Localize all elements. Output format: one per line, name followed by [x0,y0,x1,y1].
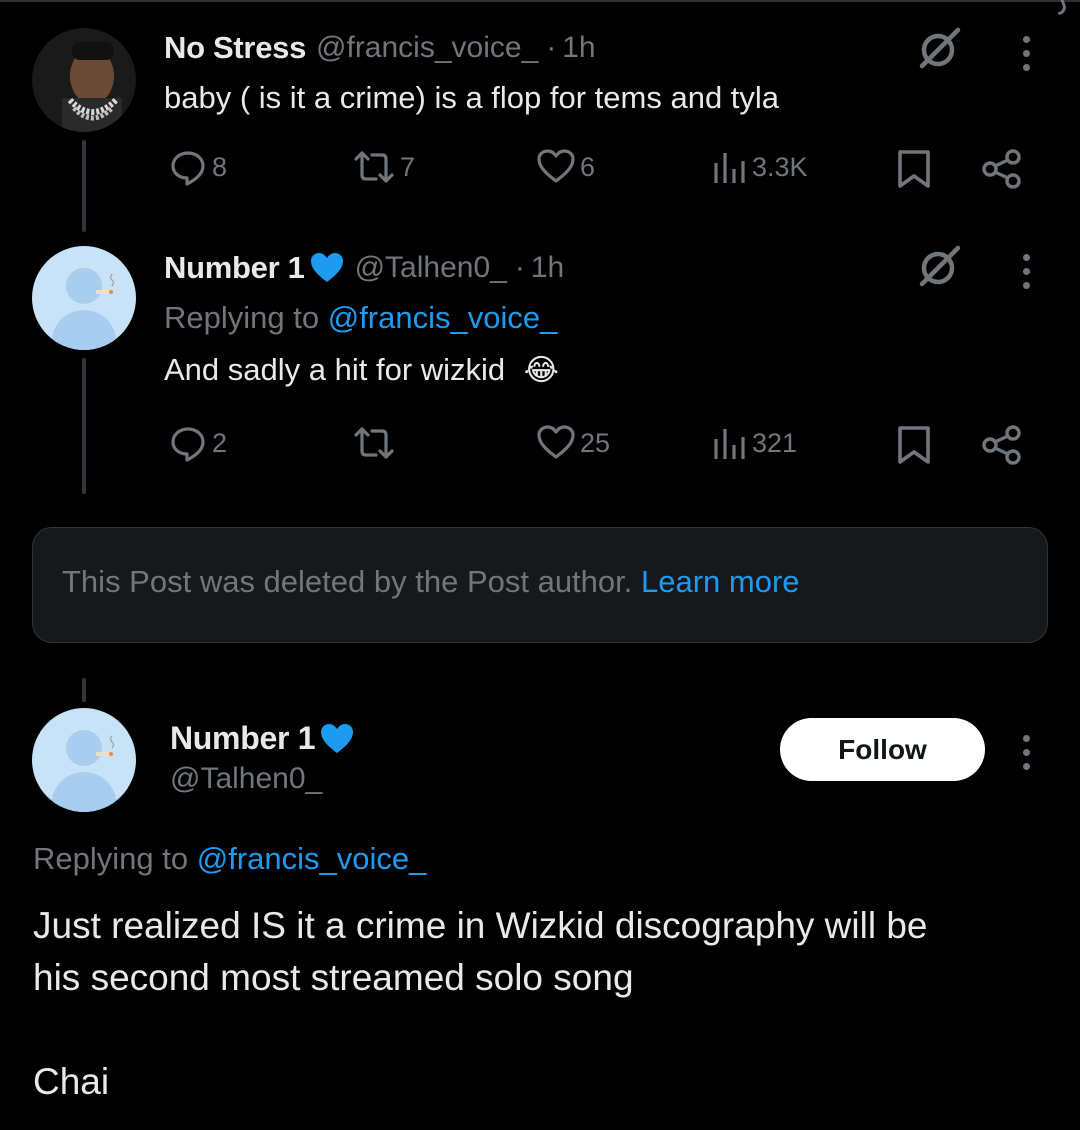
share-icon[interactable] [980,424,1024,471]
deleted-notice-text: This Post was deleted by the Post author… [62,564,800,600]
views-icon [714,429,745,459]
post-header: Number 1 @Talhen0_ · 1h [164,250,564,286]
like-button[interactable]: 25 [536,423,610,463]
focused-post-line-2: his second most streamed solo song [33,957,634,998]
replying-prefix: Replying to [33,841,197,876]
top-divider [0,0,1080,2]
focused-post-line-1: Just realized IS it a crime in Wizkid di… [33,905,928,946]
more-icon[interactable] [1021,254,1031,289]
views-count: 321 [752,427,798,458]
blue-heart-icon [321,723,354,753]
replying-mention[interactable]: @francis_voice_ [197,841,427,876]
post-text-body: And sadly a hit for wizkid [164,352,506,387]
author-name[interactable]: Number 1 [164,250,305,286]
reply-icon [171,427,205,462]
bookmark-icon[interactable] [894,424,934,471]
author-name[interactable]: Number 1 [170,720,316,757]
repost-button[interactable] [352,423,400,463]
blue-heart-icon [310,253,343,282]
like-icon [537,425,575,459]
avatar-number-1[interactable] [32,708,136,812]
learn-more-link[interactable]: Learn more [641,564,800,599]
replying-to: Replying to @francis_voice_ [164,300,557,336]
focused-author-row: Number 1 [170,720,355,757]
views-icon [714,153,745,183]
replying-prefix: Replying to [164,300,328,335]
views-count: 3.3K [752,151,808,182]
separator-dot: · [514,251,525,284]
author-handle[interactable]: @Talhen0_ [355,251,507,285]
timeline: No Stress @francis_voice_ · 1h baby ( is… [0,0,1080,1130]
views-button[interactable]: 3.3K [712,147,808,187]
author-handle[interactable]: @francis_voice_ [316,31,538,65]
thread-line [82,140,86,232]
follow-button[interactable]: Follow [780,718,985,781]
post-time[interactable]: 1h [531,251,564,285]
post-text: baby ( is it a crime) is a flop for tems… [164,80,780,115]
views-button[interactable]: 321 [712,423,797,463]
separator-dot: · [546,31,557,64]
laughing-emoji: 😂 [523,354,559,387]
avatar-number-1[interactable] [32,246,136,350]
deleted-message: This Post was deleted by the Post author… [62,564,633,599]
like-button[interactable]: 6 [536,147,595,187]
repost-icon [354,151,394,183]
focused-post-line-3: Chai [33,1061,110,1102]
reply-icon [171,151,205,186]
bookmark-icon[interactable] [894,148,934,195]
avatar-no-stress[interactable] [32,28,136,132]
author-handle[interactable]: @Talhen0_ [170,762,322,796]
scroll-indicator [1053,0,1069,16]
post-header: No Stress @francis_voice_ · 1h [164,30,596,66]
like-count: 25 [580,427,611,458]
reply-count: 8 [212,151,228,182]
grok-icon[interactable] [916,242,964,295]
thread-line [82,678,86,702]
post-time[interactable]: 1h [562,31,595,65]
post-text: And sadly a hit for wizkid 😂 [164,352,559,388]
more-icon[interactable] [1021,36,1031,71]
like-icon [537,149,575,183]
more-icon[interactable] [1021,735,1031,770]
like-count: 6 [580,151,596,182]
repost-icon [354,427,394,459]
replying-to: Replying to @francis_voice_ [33,841,426,877]
reply-count: 2 [212,427,228,458]
deleted-post-notice: This Post was deleted by the Post author… [32,527,1048,643]
thread-line [82,358,86,494]
share-icon[interactable] [980,148,1024,195]
repost-count: 7 [400,151,416,182]
author-name[interactable]: No Stress [164,30,306,66]
repost-button[interactable]: 7 [352,147,415,187]
reply-button[interactable]: 2 [168,423,227,463]
replying-mention[interactable]: @francis_voice_ [328,300,558,335]
grok-icon[interactable] [916,24,964,77]
reply-button[interactable]: 8 [168,147,227,187]
